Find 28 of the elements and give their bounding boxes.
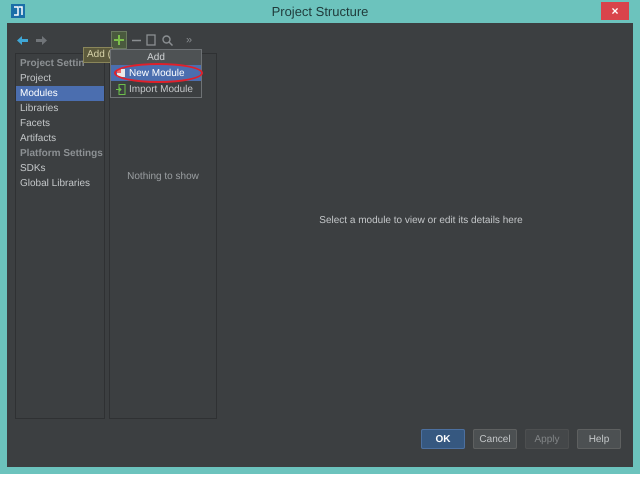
- search-icon[interactable]: [162, 34, 173, 46]
- sidebar-item[interactable]: Artifacts: [16, 131, 104, 146]
- dialog-button[interactable]: OK: [421, 429, 465, 449]
- back-arrow-icon[interactable]: [17, 34, 28, 46]
- import-icon: [116, 84, 126, 94]
- more-button[interactable]: »: [186, 32, 192, 48]
- sidebar-item[interactable]: Facets: [16, 116, 104, 131]
- empty-message: Select a module to view or edit its details here: [319, 214, 523, 228]
- sidebar-item[interactable]: SDKs: [16, 161, 104, 176]
- sidebar-item[interactable]: Libraries: [16, 101, 104, 116]
- menu-item[interactable]: Import Module: [111, 81, 201, 97]
- close-button[interactable]: ×: [601, 2, 629, 20]
- menu-title: Add: [111, 50, 201, 65]
- sidebar-item[interactable]: Modules: [16, 86, 104, 101]
- sidebar-item[interactable]: Project: [16, 71, 104, 86]
- section-header: Project Settin: [19, 57, 86, 71]
- app-logo-icon: [11, 4, 25, 18]
- copy-icon[interactable]: [146, 34, 157, 46]
- dialog-button[interactable]: Cancel: [473, 429, 517, 449]
- add-button[interactable]: [111, 31, 127, 49]
- empty-message: Nothing to show: [127, 170, 199, 184]
- window-title: Project Structure: [272, 2, 368, 21]
- plus-icon: [114, 35, 124, 45]
- sidebar-item[interactable]: Global Libraries: [16, 176, 104, 191]
- forward-arrow-icon[interactable]: [36, 34, 47, 46]
- menu-item[interactable]: New Module: [111, 65, 201, 81]
- section-header: Platform Settings: [19, 147, 104, 161]
- dialog-button[interactable]: Help: [577, 429, 621, 449]
